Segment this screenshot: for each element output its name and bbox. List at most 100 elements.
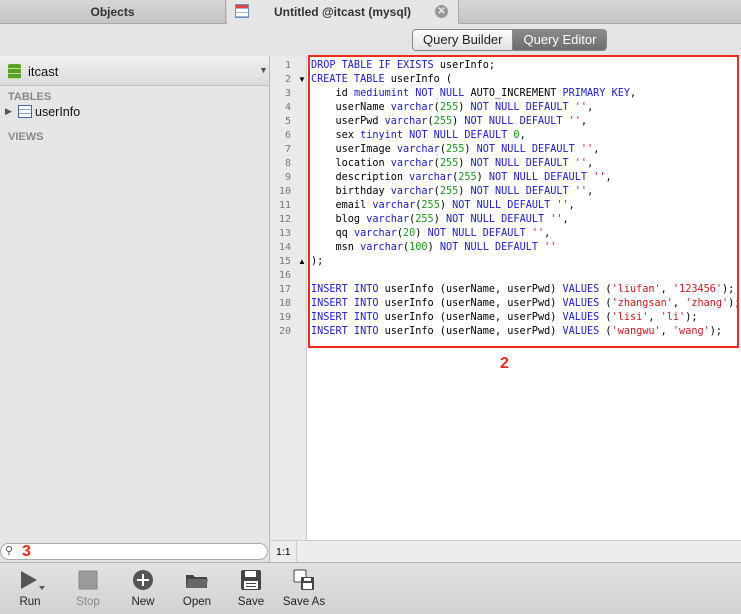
code-token: userPwd <box>311 116 385 127</box>
code-token: description <box>311 172 410 183</box>
code-token: userInfo (userName, userPwd) <box>384 312 563 323</box>
cursor-position: 1:1 <box>271 541 297 563</box>
code-token: NOT NULL DEFAULT <box>464 116 569 127</box>
stop-button[interactable]: Stop <box>63 567 113 608</box>
line-number: 12 <box>278 214 291 225</box>
code-token: NOT NULL DEFAULT <box>439 242 545 253</box>
code-token: ) <box>476 172 489 183</box>
code-token: userName <box>311 102 391 113</box>
code-token: , <box>648 312 661 323</box>
save-button[interactable]: Save <box>226 567 276 608</box>
code-token: 255 <box>433 116 453 127</box>
code-token: ); <box>728 298 741 309</box>
code-token: NOT NULL DEFAULT <box>488 172 594 183</box>
code-line: userName varchar(255) NOT NULL DEFAULT '… <box>311 101 740 115</box>
code-token: '123456' <box>672 284 722 295</box>
code-token: 255 <box>439 102 459 113</box>
code-token: ); <box>311 256 324 267</box>
code-token: '' <box>574 186 588 197</box>
code-token: '' <box>574 102 588 113</box>
line-number: 19 <box>278 312 291 323</box>
query-builder-button[interactable]: Query Builder <box>413 30 514 50</box>
code-token: varchar <box>372 200 416 211</box>
code-token: tinyint NOT NULL DEFAULT <box>360 130 514 141</box>
code-token: 'zhang' <box>685 298 729 309</box>
tab-query[interactable]: Untitled @itcast (mysql) ✕ <box>227 0 459 24</box>
code-token: VALUES <box>562 326 606 337</box>
run-icon <box>5 567 55 593</box>
code-token: , <box>593 144 600 155</box>
floppy-disk-icon <box>226 567 276 593</box>
query-editor[interactable]: 1 2 3 4 5 6 7 8 9 10 11 12 13 14 15 16 17 18 19 20 ▼ ▲ DROP T… <box>271 56 741 540</box>
fold-down-icon[interactable]: ▼ <box>298 73 306 87</box>
open-label: Open <box>182 596 212 608</box>
code-token: '' <box>574 158 588 169</box>
database-selector[interactable]: itcast ▼ <box>0 56 269 86</box>
tab-objects[interactable]: Objects <box>0 0 226 24</box>
code-token: INSERT INTO <box>311 298 385 309</box>
disclosure-triangle-icon[interactable]: ▶ <box>5 106 12 117</box>
new-button[interactable]: New <box>118 567 168 608</box>
code-token: AUTO_INCREMENT <box>470 88 563 99</box>
code-token: DROP TABLE IF EXISTS <box>311 60 440 71</box>
line-number: 8 <box>284 158 291 169</box>
code-token: varchar <box>409 172 453 183</box>
code-token: varchar <box>360 242 404 253</box>
code-token: NOT NULL DEFAULT <box>470 158 575 169</box>
line-gutter: 1 2 3 4 5 6 7 8 9 10 11 12 13 14 15 16 17 18 19 20 ▼ ▲ <box>271 56 307 540</box>
code-token: '' <box>556 200 569 211</box>
code-token: '' <box>568 116 581 127</box>
code-token: 255 <box>445 144 465 155</box>
dropdown-arrow-icon: ▼ <box>259 65 268 75</box>
code-line: qq varchar(20) NOT NULL DEFAULT '', <box>311 227 740 241</box>
code-token: 'zhangsan' <box>611 298 673 309</box>
code-token: varchar <box>384 116 428 127</box>
search-input[interactable]: ⚲ <box>0 543 268 560</box>
code-token: VALUES <box>562 312 606 323</box>
fold-up-icon[interactable]: ▲ <box>298 255 306 269</box>
code-token: varchar <box>366 214 410 225</box>
tree-item-userinfo[interactable]: ▶ userInfo <box>0 103 269 121</box>
code-token: userInfo; <box>439 60 496 71</box>
line-number: 17 <box>278 284 291 295</box>
close-tab-icon[interactable]: ✕ <box>435 5 448 18</box>
code-token: ) <box>427 242 440 253</box>
code-line: INSERT INTO userInfo (userName, userPwd)… <box>311 283 740 297</box>
code-token: , <box>660 284 673 295</box>
code-token: 100 <box>409 242 428 253</box>
plus-circle-icon <box>118 567 168 593</box>
code-line: INSERT INTO userInfo (userName, userPwd)… <box>311 311 740 325</box>
code-line: location varchar(255) NOT NULL DEFAULT '… <box>311 157 740 171</box>
code-area[interactable]: DROP TABLE IF EXISTS userInfo; CREATE TAB… <box>311 59 740 339</box>
code-line: birthday varchar(255) NOT NULL DEFAULT '… <box>311 185 740 199</box>
code-token: NOT NULL DEFAULT <box>470 102 575 113</box>
code-token: NOT NULL DEFAULT <box>470 186 575 197</box>
tab-bar: Objects Untitled @itcast (mysql) ✕ <box>0 0 741 24</box>
code-token: ); <box>709 326 723 337</box>
code-token: , <box>580 116 588 127</box>
code-token: INSERT INTO <box>311 312 385 323</box>
open-button[interactable]: Open <box>172 567 222 608</box>
code-line: userImage varchar(255) NOT NULL DEFAULT … <box>311 143 740 157</box>
code-token: varchar <box>390 102 434 113</box>
code-token: ); <box>685 312 698 323</box>
annotation-2: 2 <box>500 355 509 372</box>
save-as-button[interactable]: Save As <box>278 567 330 608</box>
code-token: , <box>519 130 526 141</box>
save-as-label: Save As <box>282 596 326 608</box>
line-number: 14 <box>278 242 291 253</box>
run-button[interactable]: Run <box>5 567 55 608</box>
code-token: ) <box>415 228 428 239</box>
code-token: sex <box>311 130 361 141</box>
code-token: userInfo ( <box>390 74 453 85</box>
code-token: ) <box>452 116 465 127</box>
line-number: 6 <box>284 130 291 141</box>
code-line: description varchar(255) NOT NULL DEFAUL… <box>311 171 740 185</box>
code-token: , <box>629 88 637 99</box>
code-token: email <box>311 200 373 211</box>
editor-toolbar: Query Builder Query Editor <box>0 25 741 56</box>
query-editor-button[interactable]: Query Editor <box>513 30 607 50</box>
stop-label: Stop <box>76 596 100 608</box>
line-number: 1 <box>284 60 291 71</box>
